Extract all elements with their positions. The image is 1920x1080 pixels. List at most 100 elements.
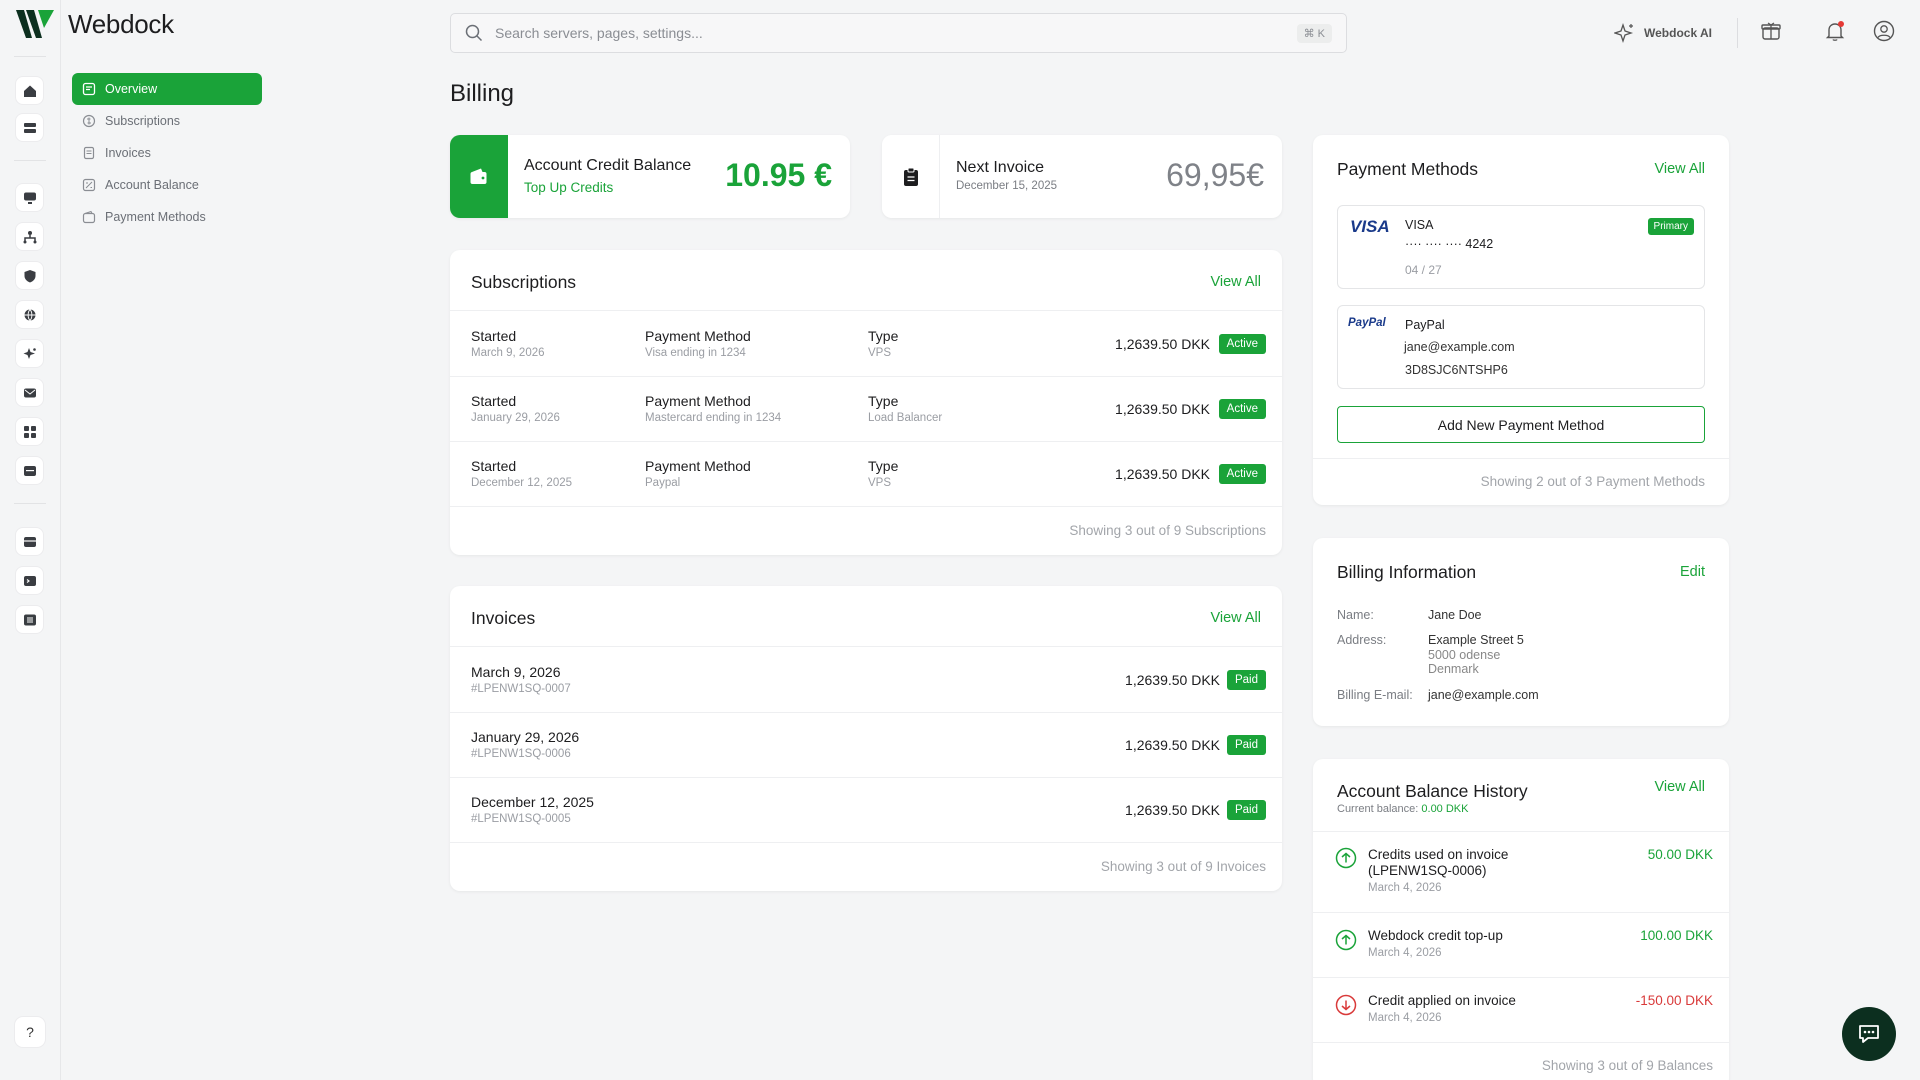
history-date: March 4, 2026	[1368, 1012, 1442, 1024]
balance-history-view-all-link[interactable]: View All	[1654, 779, 1705, 795]
history-title: Webdock credit top-up	[1368, 928, 1503, 943]
subscriptions-view-all-link[interactable]: View All	[1210, 274, 1261, 290]
payment-method-label: Payment Method	[645, 328, 751, 344]
invoices-view-all-link[interactable]: View All	[1210, 610, 1261, 626]
subnav-item-overview[interactable]: Overview	[72, 73, 262, 105]
subnav-item-payment-methods[interactable]: Payment Methods	[72, 201, 262, 233]
monitor-icon[interactable]	[15, 183, 44, 212]
rail-divider	[14, 160, 46, 161]
status-badge: Active	[1218, 399, 1266, 419]
started-date: January 29, 2026	[471, 412, 560, 424]
bell-icon[interactable]	[1824, 20, 1846, 47]
visa-expiry: 04 / 27	[1405, 263, 1442, 277]
billing-email-label: Billing E-mail:	[1337, 688, 1413, 702]
last-four-digits: 4242	[1465, 237, 1494, 251]
payment-methods-footer: Showing 2 out of 3 Payment Methods	[1480, 474, 1705, 489]
balance-history-title: Account Balance History	[1337, 781, 1528, 801]
app-name: Webdock	[68, 8, 174, 39]
mail-icon[interactable]	[15, 378, 44, 407]
top-up-credits-link[interactable]: Top Up Credits	[524, 180, 613, 195]
payment-method-value: Visa ending in 1234	[645, 347, 746, 359]
paypal-id: 3D8SJC6NTSHP6	[1405, 363, 1508, 377]
storage-icon[interactable]	[15, 456, 44, 485]
database-icon[interactable]	[15, 605, 44, 634]
network-icon[interactable]	[15, 222, 44, 251]
subscriptions-footer: Showing 3 out of 9 Subscriptions	[1069, 523, 1266, 538]
shield-icon[interactable]	[15, 261, 44, 290]
address-line-1: Example Street 5	[1428, 633, 1524, 647]
type-value: VPS	[868, 347, 892, 359]
terminal-icon[interactable]	[15, 566, 44, 595]
credit-icon-panel	[450, 135, 508, 218]
divider	[1313, 458, 1729, 459]
invoice-id: #LPENW1SQ-0006	[471, 748, 571, 760]
visa-card-item[interactable]: VISA VISA ···· ···· ···· 4242 04 / 27 Pr…	[1337, 205, 1705, 289]
masked-digits: ···· ···· ····	[1405, 237, 1462, 251]
servers-icon[interactable]	[15, 113, 44, 142]
logo[interactable]: Webdock	[14, 8, 174, 40]
globe-icon[interactable]	[15, 300, 44, 329]
package-icon[interactable]	[15, 527, 44, 556]
webdock-logo-icon	[16, 10, 54, 38]
invoice-amount: 1,2639.50 DKK	[1125, 672, 1220, 688]
gift-icon[interactable]	[1760, 20, 1782, 47]
clipboard-icon	[903, 167, 918, 186]
subnav-item-account-balance[interactable]: Account Balance	[72, 169, 262, 201]
invoices-title: Invoices	[471, 608, 536, 628]
invoices-icon	[83, 146, 95, 160]
help-button[interactable]: ?	[14, 1016, 46, 1048]
visa-name: VISA	[1405, 218, 1434, 232]
divider	[450, 712, 1282, 713]
search-bar[interactable]: Search servers, pages, settings... ⌘ K	[450, 13, 1347, 53]
divider	[1313, 831, 1729, 832]
subscription-amount: 1,2639.50 DKK	[1115, 336, 1210, 352]
billing-subnav: Overview Subscriptions Invoices Account …	[72, 73, 262, 233]
invoice-id: #LPENW1SQ-0005	[471, 813, 571, 825]
search-input[interactable]: Search servers, pages, settings...	[495, 25, 1297, 41]
payment-methods-view-all-link[interactable]: View All	[1654, 161, 1705, 177]
subnav-item-invoices[interactable]: Invoices	[72, 137, 262, 169]
subscriptions-title: Subscriptions	[471, 272, 577, 292]
divider	[450, 777, 1282, 778]
subnav-item-subscriptions[interactable]: Subscriptions	[72, 105, 262, 137]
apps-icon[interactable]	[15, 417, 44, 446]
address-line-3: Denmark	[1428, 662, 1479, 676]
profile-icon[interactable]	[1873, 20, 1895, 47]
payment-methods-title: Payment Methods	[1337, 159, 1479, 179]
next-invoice-date: December 15, 2025	[956, 180, 1058, 192]
subnav-item-label: Subscriptions	[105, 114, 181, 128]
current-balance-value: 0.00 DKK	[1421, 803, 1469, 815]
status-badge: Active	[1218, 464, 1266, 484]
invoice-date: March 9, 2026	[471, 664, 561, 680]
billing-info-edit-link[interactable]: Edit	[1680, 564, 1705, 580]
rail-divider	[14, 56, 46, 57]
topbar-divider	[1737, 18, 1738, 48]
home-icon[interactable]	[15, 76, 44, 105]
address-line-2: 5000 odense	[1428, 648, 1501, 662]
rail-divider	[14, 503, 46, 504]
paypal-item[interactable]: PayPal PayPal jane@example.com 3D8SJC6NT…	[1337, 305, 1705, 389]
payment-methods-card: Payment Methods View All VISA VISA ···· …	[1313, 135, 1729, 505]
started-date: December 12, 2025	[471, 477, 573, 489]
name-label: Name:	[1337, 608, 1374, 622]
webdock-ai-button[interactable]: Webdock AI	[1614, 22, 1712, 44]
status-badge: Paid	[1226, 800, 1266, 820]
started-label: Started	[471, 328, 517, 344]
started-label: Started	[471, 393, 517, 409]
subscription-amount: 1,2639.50 DKK	[1115, 401, 1210, 417]
add-payment-method-button[interactable]: Add New Payment Method	[1337, 406, 1705, 443]
wallet-icon	[82, 210, 96, 224]
billing-info-card: Billing Information Edit Name: Jane Doe …	[1313, 538, 1729, 726]
balance-history-card: Account Balance History View All Current…	[1313, 759, 1729, 1080]
sparkle-icon[interactable]	[15, 339, 44, 368]
type-value: VPS	[868, 477, 892, 489]
divider	[450, 646, 1282, 647]
history-title-ref: (LPENW1SQ-0006)	[1368, 863, 1487, 878]
subscriptions-icon	[82, 114, 96, 128]
chat-button[interactable]	[1842, 1007, 1896, 1061]
arrow-up-circle-icon	[1335, 847, 1357, 869]
status-badge: Active	[1218, 334, 1266, 354]
history-date: March 4, 2026	[1368, 882, 1442, 894]
current-balance: Current balance: 0.00 DKK	[1337, 803, 1468, 815]
history-amount: -150.00 DKK	[1635, 993, 1713, 1008]
